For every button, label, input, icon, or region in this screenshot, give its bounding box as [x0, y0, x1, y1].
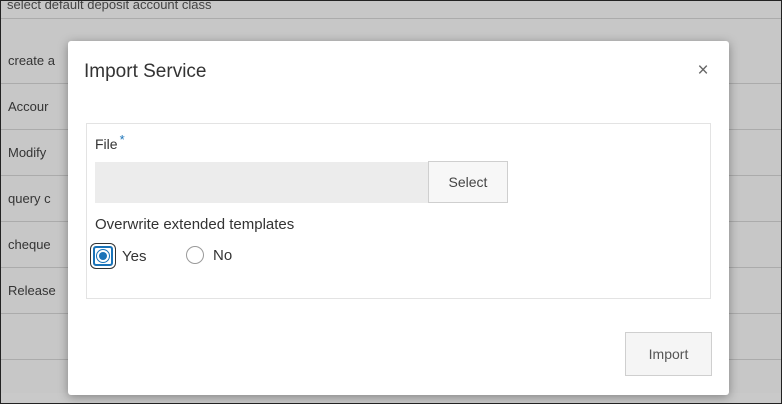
file-label-text: File [95, 136, 118, 152]
radio-yes-ring [96, 249, 110, 263]
import-button[interactable]: Import [625, 332, 712, 376]
file-label: File * [95, 132, 125, 152]
radio-yes[interactable]: Yes [93, 246, 146, 266]
import-service-dialog: Import Service × File * Select Overwrite … [68, 41, 729, 395]
radio-yes-label: Yes [122, 247, 147, 265]
import-form-panel: File * Select Overwrite extended template… [86, 123, 711, 299]
file-path-field[interactable] [95, 162, 428, 203]
close-icon[interactable]: × [694, 61, 712, 80]
radio-yes-control[interactable] [93, 246, 113, 266]
radio-no-label: No [213, 246, 233, 264]
dialog-title: Import Service [84, 61, 207, 82]
required-marker: * [119, 132, 125, 147]
radio-no-control[interactable] [186, 246, 204, 264]
app-window: select default deposit account class cre… [0, 0, 782, 404]
overwrite-templates-label: Overwrite extended templates [95, 216, 295, 233]
select-file-button[interactable]: Select [428, 161, 508, 203]
radio-no[interactable]: No [186, 246, 232, 264]
radio-selected-dot [99, 252, 107, 260]
